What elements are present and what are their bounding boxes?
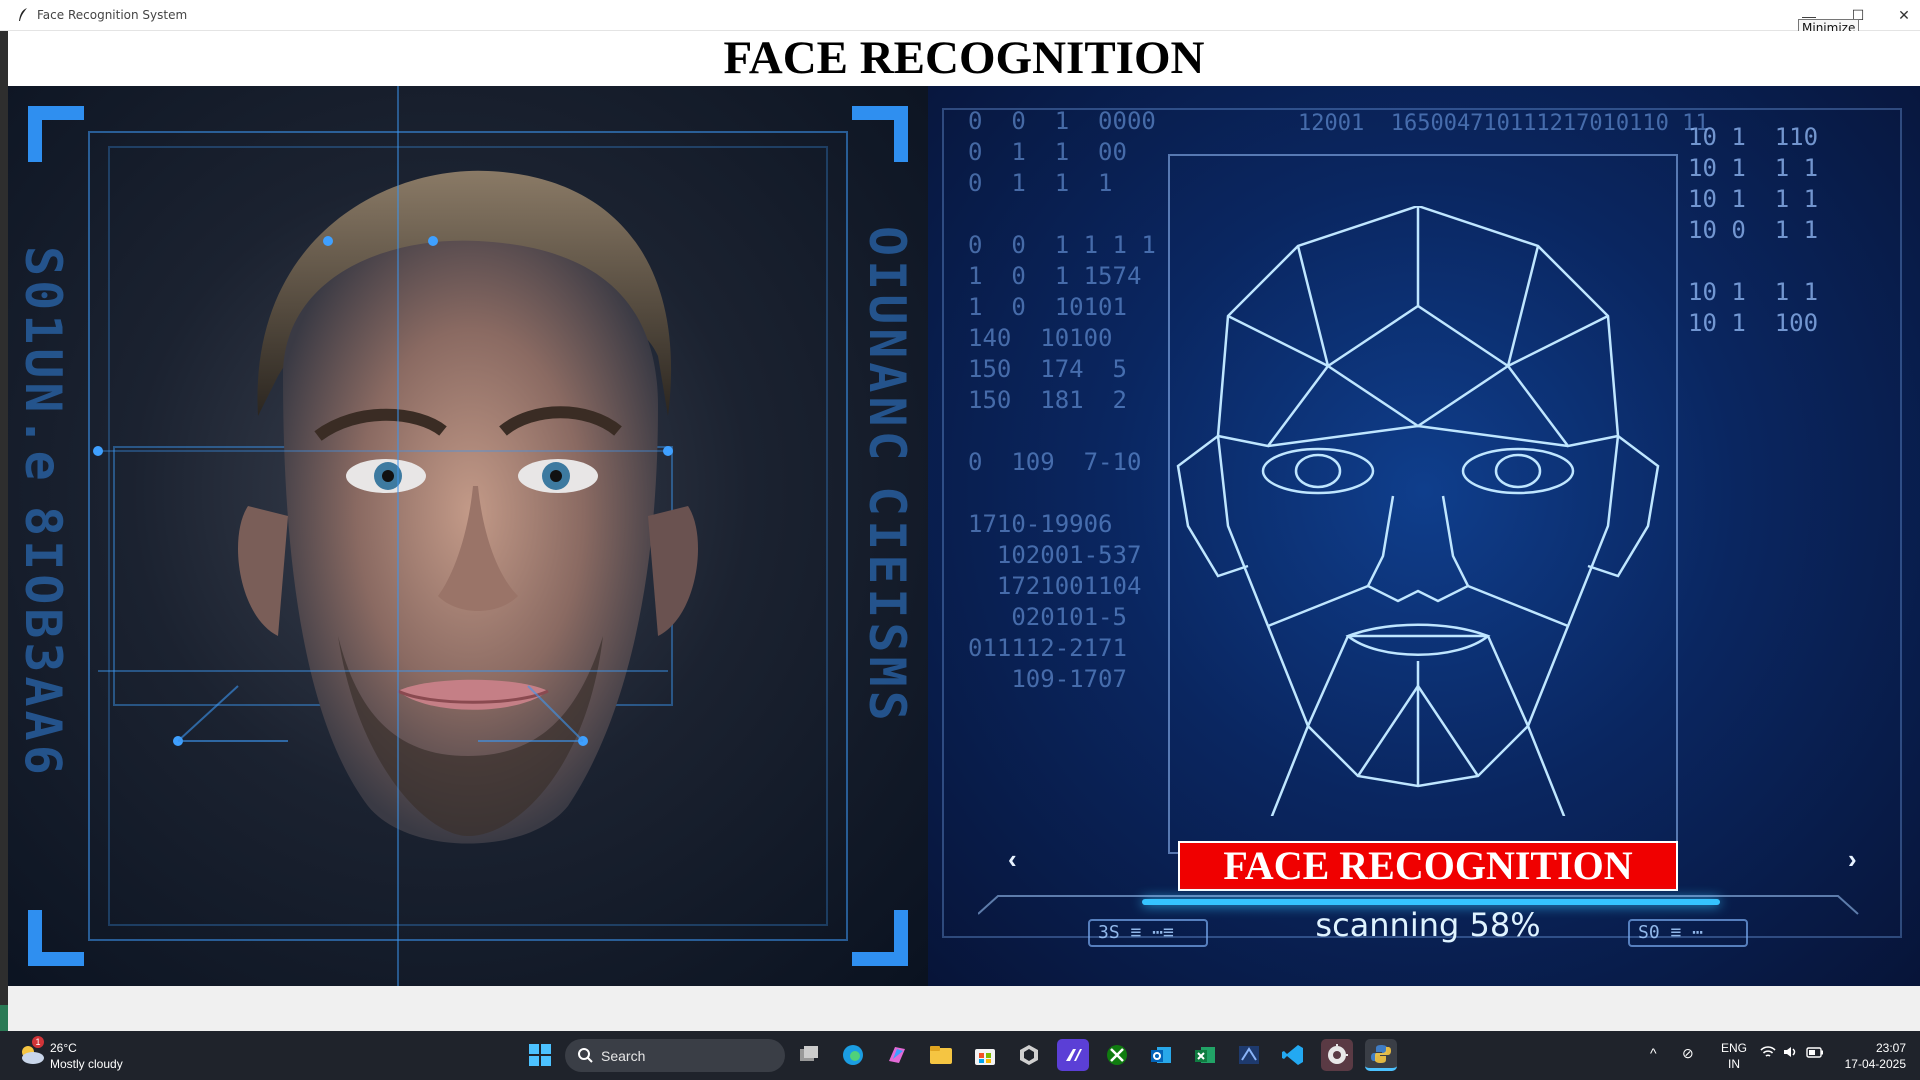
vscode-icon[interactable] [1277,1039,1309,1071]
search-icon [578,1048,593,1063]
next-arrow-icon: › [1848,844,1857,874]
xbox-icon[interactable] [1101,1039,1133,1071]
close-button[interactable]: ✕ [1881,0,1920,31]
prev-arrow-icon: ‹ [1008,844,1017,874]
digital-face-scan-panel: 0 0 1 0000 0 1 1 00 0 1 1 1 0 0 1 1 1 1 … [928,86,1920,986]
taskbar-search-input[interactable]: Search [565,1039,785,1072]
edge-icon[interactable] [837,1039,869,1071]
left-edge-accent [0,1005,8,1031]
copilot-icon[interactable] [881,1039,913,1071]
battery-icon[interactable] [1806,1045,1824,1061]
python-icon[interactable] [1365,1039,1397,1071]
weather-temperature[interactable]: 26°C [50,1041,77,1055]
face-photo-panel: S01UN.e 8IOB3AA6 OIUNANC CIEISMS [8,86,928,986]
sql-server-icon[interactable] [1233,1039,1265,1071]
wifi-icon[interactable] [1760,1045,1776,1062]
excel-icon[interactable] [1189,1039,1221,1071]
windows-taskbar: 1 26°C Mostly cloudy Search ^ ⊘ ENG IN 2… [0,1031,1920,1080]
task-view-icon[interactable] [793,1039,825,1071]
window-title: Face Recognition System [37,8,188,22]
settings-gear-app-icon[interactable] [1321,1039,1353,1071]
feather-app-icon [19,8,27,21]
volume-icon[interactable] [1782,1045,1798,1062]
page-title: FACE RECOGNITION [723,32,1205,84]
show-hidden-icons-chevron[interactable]: ^ [1650,1045,1657,1061]
language-indicator-line2[interactable]: IN [1717,1057,1751,1071]
app-bottom-area [8,986,1920,1031]
wireframe-face-mesh [1176,206,1660,816]
weather-description[interactable]: Mostly cloudy [50,1057,123,1071]
windows-start-icon[interactable] [524,1039,556,1071]
hud-base-line [978,895,1859,915]
weather-notification-badge: 1 [32,1036,44,1048]
visual-studio-icon[interactable] [1057,1039,1089,1071]
outlook-icon[interactable] [1145,1039,1177,1071]
face-recognition-banner: S01UN.e 8IOB3AA6 OIUNANC CIEISMS 0 0 1 0… [8,86,1920,986]
left-edge-divider [0,31,8,1031]
search-label: Search [601,1048,646,1064]
hud-overlay-lines [93,86,673,986]
clock-time[interactable]: 23:07 [1840,1041,1906,1055]
clock-date[interactable]: 17-04-2025 [1830,1057,1906,1071]
close-icon: ✕ [1898,7,1910,23]
network-off-icon[interactable]: ⊘ [1682,1045,1694,1062]
file-explorer-icon[interactable] [925,1039,957,1071]
language-indicator-line1[interactable]: ENG [1717,1041,1751,1055]
window-titlebar: Face Recognition System — ☐ ✕ [0,0,1920,31]
face-recognition-label: FACE RECOGNITION [1178,841,1678,891]
github-icon[interactable] [1013,1039,1045,1071]
microsoft-store-icon[interactable] [969,1039,1001,1071]
